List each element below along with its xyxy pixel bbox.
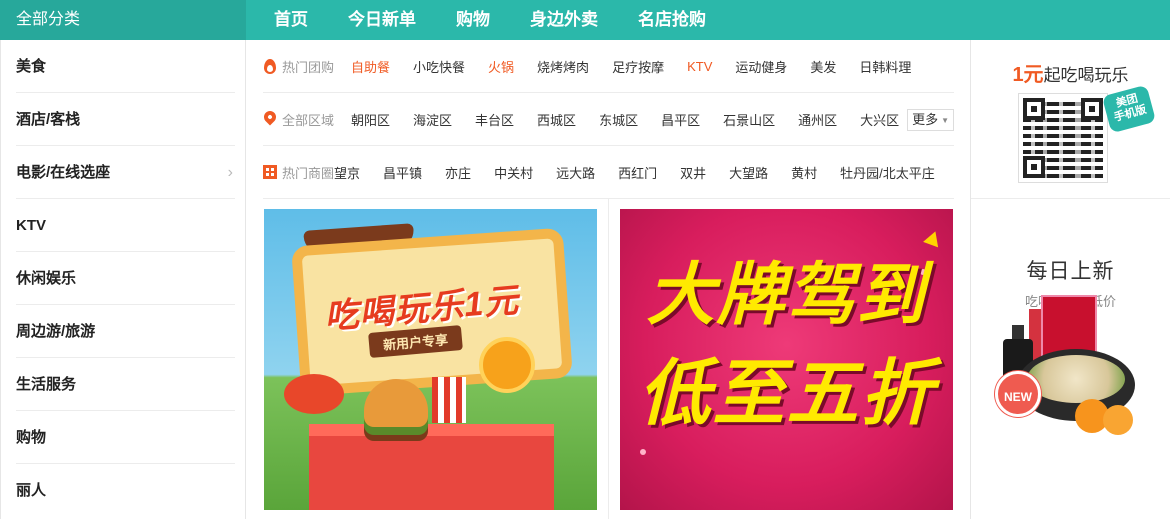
filter-panel: 热门团购 自助餐 小吃快餐 火锅 烧烤烤肉 足疗按摩 KTV 运动健身 美发 日韩料理 全部区域…	[247, 40, 970, 199]
hot-deal-link[interactable]: 自助餐	[351, 57, 390, 76]
sidebar-item[interactable]: 购物	[16, 411, 235, 464]
category-sidebar: 美食酒店/客栈电影/在线选座 › KTV 休闲娱乐周边游/旅游 生活服务购物丽人	[0, 40, 246, 519]
more-districts-dropdown[interactable]: 更多 ▼	[907, 109, 954, 131]
business-area-link[interactable]: 西红门	[618, 163, 657, 182]
business-areas-list: 望京 昌平镇 亦庄 中关村 远大路 西红门 双井 大望路 黄村 牡丹园/北太平庄	[334, 163, 958, 182]
district-link[interactable]: 昌平区	[661, 110, 700, 129]
brand-discount-banner[interactable]: 大牌驾到 低至五折	[620, 209, 953, 510]
sidebar-item-label: 购物	[16, 429, 47, 446]
business-areas-label: 热门商圈	[263, 163, 334, 182]
chevron-right-icon: ›	[227, 164, 233, 181]
nav-shopping[interactable]: 购物	[436, 0, 510, 40]
sidebar-item[interactable]: 休闲娱乐	[16, 252, 235, 305]
daily-new-promo[interactable]: 每日上新 吃喝玩乐最低价 NEW	[971, 199, 1170, 519]
right-promo-column: 1元起吃喝玩乐 美团 手机版 每日上新 吃喝玩乐最低价 NEW	[970, 40, 1170, 519]
sidebar-item[interactable]: 丽人	[16, 464, 235, 517]
districts-label: 全部区域	[261, 108, 351, 129]
nav-today-new[interactable]: 今日新单	[328, 0, 436, 40]
business-area-link[interactable]: 望京	[334, 163, 360, 182]
nav-takeout[interactable]: 身边外卖	[510, 0, 618, 40]
hot-deal-link[interactable]: 美发	[810, 57, 836, 76]
sidebar-item-label: 酒店/客栈	[16, 111, 81, 128]
hot-deal-link[interactable]: 烧烤烤肉	[537, 57, 589, 76]
chevron-down-icon: ▼	[941, 115, 949, 125]
districts-row: 全部区域 朝阳区 海淀区 丰台区 西城区 东城区 昌平区 石景山区 通州区 大兴区 更多 ▼	[261, 93, 954, 146]
building-icon	[263, 164, 277, 180]
district-link[interactable]: 东城区	[599, 110, 638, 129]
hot-deals-label: 热门团购	[263, 57, 351, 76]
qr-code	[1019, 94, 1107, 182]
business-areas-row: 热门商圈 望京 昌平镇 亦庄 中关村 远大路 西红门 双井 大望路 黄村 牡丹园/北太平庄	[263, 146, 954, 199]
orange-image	[479, 337, 535, 393]
sidebar-item-label: 美食	[16, 58, 47, 75]
top-nav-bar: 全部分类 首页 今日新单 购物 身边外卖 名店抢购	[0, 0, 1170, 40]
hot-deal-link[interactable]: 火锅	[488, 57, 514, 76]
business-area-link[interactable]: 昌平镇	[383, 163, 422, 182]
district-link[interactable]: 石景山区	[723, 110, 775, 129]
sidebar-item-label: KTV	[16, 217, 46, 234]
business-area-link[interactable]: 远大路	[556, 163, 595, 182]
new-user-banner[interactable]: 吃喝玩乐1元 新用户专享	[264, 209, 597, 510]
all-categories-header[interactable]: 全部分类	[0, 0, 246, 40]
district-link[interactable]: 海淀区	[413, 110, 452, 129]
district-link[interactable]: 朝阳区	[351, 110, 390, 129]
districts-list: 朝阳区 海淀区 丰台区 西城区 东城区 昌平区 石景山区 通州区 大兴区	[351, 110, 922, 129]
nav-home[interactable]: 首页	[254, 0, 328, 40]
popcorn-image	[432, 377, 466, 423]
mobile-app-tag: 美团 手机版	[1101, 84, 1157, 134]
lobster-image	[284, 374, 344, 414]
hot-deal-link[interactable]: KTV	[687, 59, 712, 74]
sidebar-item[interactable]: 周边游/旅游	[16, 305, 235, 358]
sidebar-item-label: 生活服务	[16, 376, 77, 393]
sidebar-item[interactable]: 酒店/客栈	[16, 93, 235, 146]
hot-deal-link[interactable]: 足疗按摩	[612, 57, 664, 76]
district-link[interactable]: 大兴区	[860, 110, 899, 129]
business-area-link[interactable]: 中关村	[494, 163, 533, 182]
location-pin-icon	[261, 108, 279, 127]
banner-subheadline: 低至五折	[638, 354, 935, 434]
sidebar-item[interactable]: 生活服务	[16, 358, 235, 411]
district-link[interactable]: 西城区	[537, 110, 576, 129]
sidebar-item-label: 丽人	[16, 482, 47, 499]
gift-box-image	[309, 424, 554, 510]
hot-deal-link[interactable]: 运动健身	[735, 57, 787, 76]
hot-deal-link[interactable]: 小吃快餐	[413, 57, 465, 76]
sidebar-item[interactable]: 美食	[16, 40, 235, 93]
sidebar-item-label: 电影/在线选座	[16, 164, 111, 181]
business-area-link[interactable]: 黄村	[791, 163, 817, 182]
district-link[interactable]: 丰台区	[475, 110, 514, 129]
hot-deals-row: 热门团购 自助餐 小吃快餐 火锅 烧烤烤肉 足疗按摩 KTV 运动健身 美发 日韩料理	[263, 40, 954, 93]
hot-deal-link[interactable]: 日韩料理	[859, 57, 911, 76]
new-badge: NEW	[995, 371, 1041, 417]
nav-famous-stores[interactable]: 名店抢购	[618, 0, 726, 40]
banner-divider	[608, 199, 609, 519]
app-promo-title: 1元起吃喝玩乐	[1012, 64, 1129, 86]
app-promo[interactable]: 1元起吃喝玩乐 美团 手机版	[971, 40, 1170, 199]
flame-icon	[263, 58, 277, 74]
business-area-link[interactable]: 双井	[680, 163, 706, 182]
sidebar-item[interactable]: KTV	[16, 199, 235, 252]
daily-new-title: 每日上新	[1026, 260, 1115, 283]
banner-headline: 大牌驾到	[646, 257, 927, 333]
main-nav: 首页 今日新单 购物 身边外卖 名店抢购	[254, 0, 726, 40]
business-area-link[interactable]: 亦庄	[445, 163, 471, 182]
business-area-link[interactable]: 大望路	[729, 163, 768, 182]
sidebar-item[interactable]: 电影/在线选座 ›	[16, 146, 235, 199]
district-link[interactable]: 通州区	[798, 110, 837, 129]
sidebar-item-label: 周边游/旅游	[16, 323, 96, 340]
sidebar-item-label: 休闲娱乐	[16, 270, 77, 287]
business-area-link[interactable]: 牡丹园/北太平庄	[840, 163, 935, 182]
hot-deals-list: 自助餐 小吃快餐 火锅 烧烤烤肉 足疗按摩 KTV 运动健身 美发 日韩料理	[351, 57, 934, 76]
